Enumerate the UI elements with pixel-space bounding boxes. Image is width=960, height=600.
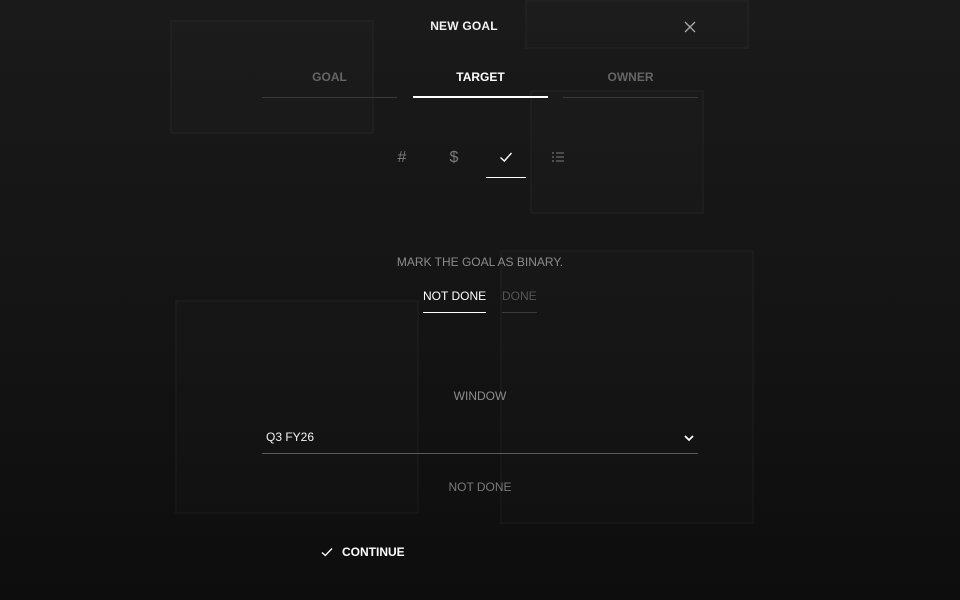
done-option[interactable]: DONE xyxy=(502,287,537,313)
close-icon xyxy=(684,21,696,33)
tab-label: OWNER xyxy=(607,70,654,84)
tab-target[interactable]: TARGET xyxy=(413,62,548,98)
list-icon xyxy=(552,152,564,162)
binary-toggle: NOT DONE DONE xyxy=(418,287,548,315)
hash-icon: # xyxy=(397,149,407,166)
check-icon xyxy=(500,152,513,162)
new-goal-dialog: NEW GOAL GOAL TARGET OWNER # $ MARK THE … xyxy=(0,0,960,600)
target-type-binary-button[interactable] xyxy=(486,140,526,178)
window-value: Q3 FY26 xyxy=(266,430,315,444)
chevron-down-icon xyxy=(684,435,694,442)
tab-owner[interactable]: OWNER xyxy=(563,62,698,98)
tab-label: TARGET xyxy=(456,70,505,84)
dollar-icon: $ xyxy=(449,149,459,166)
continue-label: CONTINUE xyxy=(342,545,405,559)
close-button[interactable] xyxy=(680,18,700,36)
tab-goal[interactable]: GOAL xyxy=(262,62,397,98)
target-type-number-button[interactable]: # xyxy=(382,140,422,178)
window-select[interactable]: Q3 FY26 xyxy=(262,424,698,454)
target-status-text: NOT DONE xyxy=(448,480,512,494)
target-type-currency-button[interactable]: $ xyxy=(434,140,474,178)
dialog-tabs: GOAL TARGET OWNER xyxy=(262,62,698,100)
tab-label: GOAL xyxy=(312,70,347,84)
target-type-selector: # $ xyxy=(380,140,580,180)
window-label: WINDOW xyxy=(453,389,507,403)
binary-instruction: MARK THE GOAL AS BINARY. xyxy=(396,255,564,269)
check-icon xyxy=(321,548,333,557)
continue-button[interactable]: CONTINUE xyxy=(318,542,418,562)
dialog-title: NEW GOAL xyxy=(430,19,498,33)
not-done-option[interactable]: NOT DONE xyxy=(423,287,487,313)
target-type-list-button[interactable] xyxy=(538,140,578,178)
